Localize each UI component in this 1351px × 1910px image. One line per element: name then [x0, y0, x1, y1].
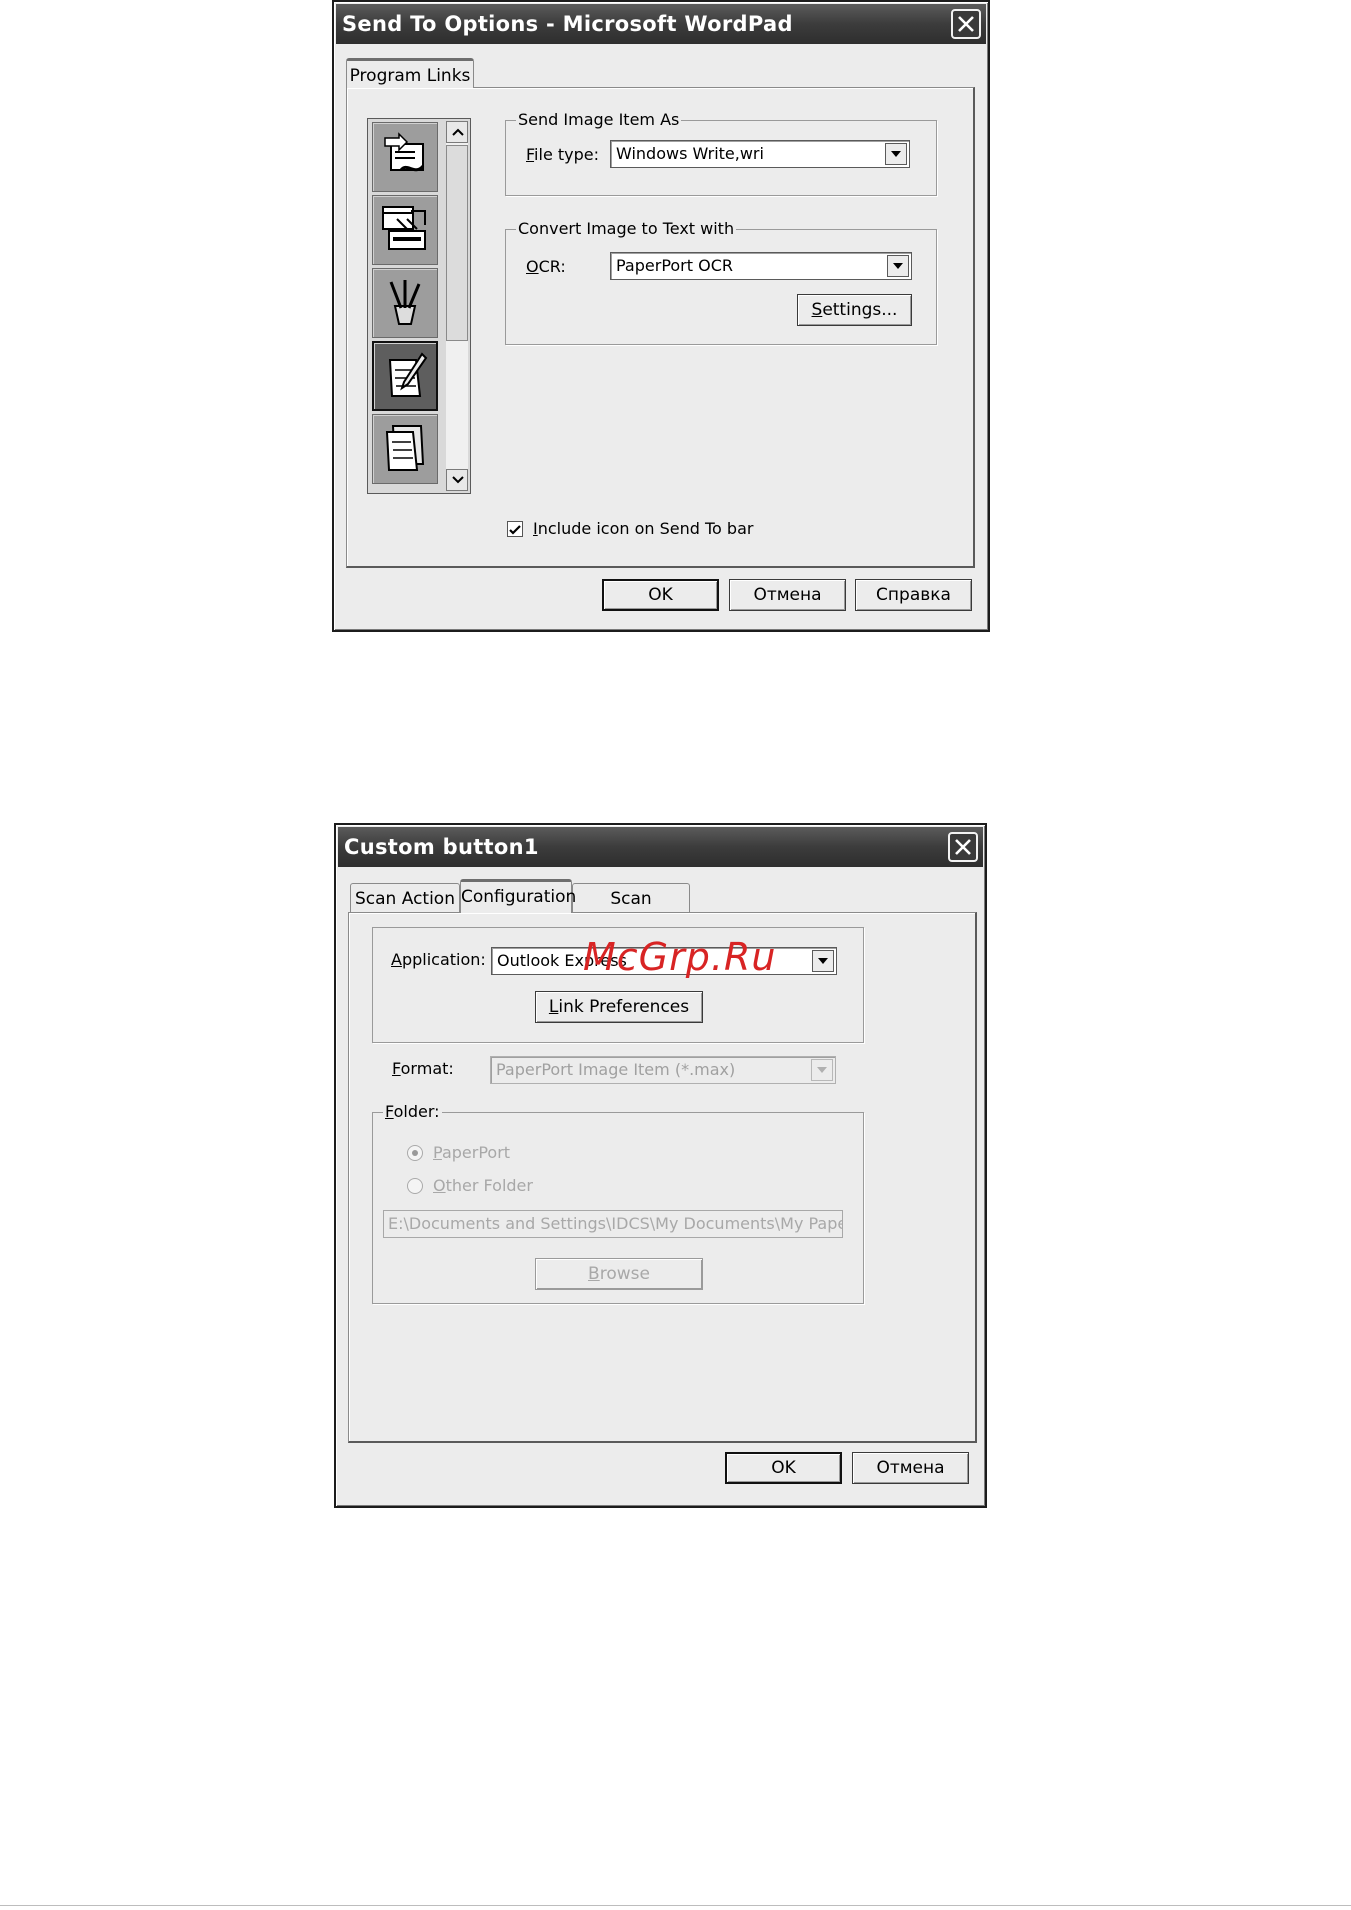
tab-scan-settings[interactable]: Scan Settings	[572, 883, 690, 939]
program-icon-list[interactable]	[367, 118, 471, 494]
page-divider	[0, 1905, 1351, 1906]
close-button[interactable]	[948, 832, 978, 862]
dialog-title: Custom button1	[344, 835, 539, 859]
icon-cell-4[interactable]	[372, 341, 438, 411]
other-folder-radio[interactable]	[407, 1178, 423, 1194]
tab-panel: Send Image Item As File type: Windows Wr…	[346, 87, 975, 568]
send-to-options-dialog: Send To Options - Microsoft WordPad Prog…	[332, 0, 990, 632]
paintbrush-icon	[389, 280, 421, 325]
dropdown-arrow[interactable]	[812, 950, 834, 972]
dropdown-arrow	[811, 1059, 833, 1081]
close-icon	[955, 839, 971, 855]
custom-button-dialog: Custom button1 Scan Action Configuration…	[334, 823, 987, 1508]
chevron-up-icon	[452, 128, 464, 136]
ok-button[interactable]: OK	[725, 1452, 842, 1484]
dropdown-arrow[interactable]	[887, 255, 909, 277]
wordpad-notepad-icon	[388, 352, 428, 397]
icon-cell-2[interactable]	[372, 195, 438, 265]
convert-image-to-text-group: Convert Image to Text with OCR: PaperPor…	[505, 219, 937, 345]
icon-cell-3[interactable]	[372, 268, 438, 338]
title-bar: Custom button1	[338, 827, 983, 867]
tab-configuration[interactable]: Configuration	[460, 879, 576, 913]
chevron-down-icon	[452, 476, 464, 484]
ocr-label: OCR:	[526, 257, 566, 276]
ok-button[interactable]: OK	[602, 579, 719, 611]
cancel-button[interactable]: Отмена	[729, 579, 846, 611]
folder-path-field[interactable]: E:\Documents and Settings\IDCS\My Docume…	[383, 1210, 843, 1238]
include-icon-label[interactable]: Include icon on Send To bar	[533, 519, 753, 539]
link-preferences-button[interactable]: Link Preferences	[535, 991, 703, 1023]
help-button[interactable]: Справка	[855, 579, 972, 611]
dropdown-arrow-icon	[891, 151, 901, 157]
send-to-options-icon	[384, 132, 425, 172]
paperport-radio-label[interactable]: PaperPort	[433, 1143, 510, 1163]
tab-panel: Application: Outlook Express Link Prefer…	[348, 912, 977, 1443]
watermark-text: McGrp.Ru	[583, 935, 777, 979]
folder-group-title: Folder:	[383, 1102, 442, 1122]
format-select[interactable]: PaperPort Image Item (*.max)	[490, 1056, 836, 1084]
dropdown-arrow-icon	[893, 263, 903, 269]
tab-program-links[interactable]: Program Links	[346, 58, 474, 88]
group-title: Send Image Item As	[516, 110, 682, 130]
checkmark-icon	[509, 525, 521, 535]
dialog-title: Send To Options - Microsoft WordPad	[342, 12, 793, 36]
icon-cell-1[interactable]	[372, 122, 438, 192]
icon-cell-5[interactable]	[372, 414, 438, 484]
ocr-select[interactable]: PaperPort OCR	[610, 252, 912, 280]
file-type-select[interactable]: Windows Write,wri	[610, 140, 910, 168]
scroll-thumb[interactable]	[446, 145, 468, 341]
close-button[interactable]	[951, 9, 981, 39]
dropdown-arrow-icon	[817, 1067, 827, 1073]
document-icon	[385, 425, 425, 471]
file-type-label: File type:	[526, 145, 599, 164]
group-title: Convert Image to Text with	[516, 219, 737, 239]
icon-list-scrollbar[interactable]	[446, 121, 468, 491]
other-folder-radio-label[interactable]: Other Folder	[433, 1176, 533, 1196]
application-label: Application:	[391, 950, 486, 969]
format-label: Format:	[392, 1059, 454, 1078]
scroll-up-button[interactable]	[446, 121, 468, 143]
settings-button[interactable]: Settings...	[797, 294, 912, 326]
tab-scan-action[interactable]: Scan Action	[350, 883, 460, 913]
scanner-print-icon	[382, 206, 426, 250]
include-icon-checkbox[interactable]	[507, 521, 523, 537]
close-icon	[958, 16, 974, 32]
paperport-radio[interactable]	[407, 1145, 423, 1161]
title-bar: Send To Options - Microsoft WordPad	[336, 4, 986, 44]
send-image-item-as-group: Send Image Item As File type: Windows Wr…	[505, 110, 937, 196]
scroll-down-button[interactable]	[446, 469, 468, 491]
dropdown-arrow[interactable]	[885, 143, 907, 165]
browse-button[interactable]: Browse	[535, 1258, 703, 1290]
folder-group: Folder: PaperPort Other Folder E:\Docume…	[372, 1102, 864, 1304]
cancel-button[interactable]: Отмена	[852, 1452, 969, 1484]
dropdown-arrow-icon	[818, 958, 828, 964]
